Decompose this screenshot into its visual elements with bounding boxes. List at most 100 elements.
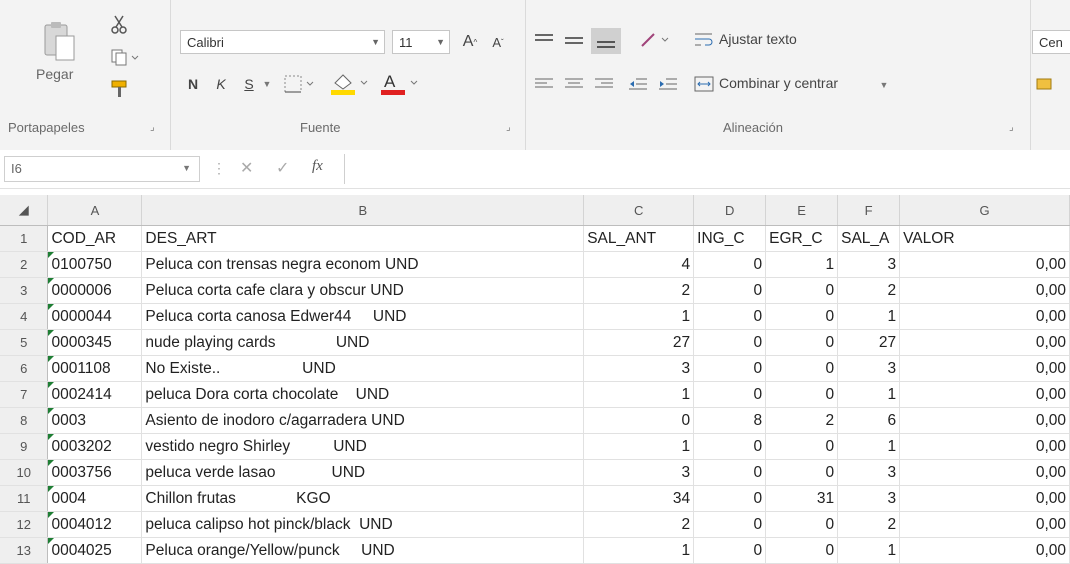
cell-g[interactable]: 0,00 <box>899 329 1070 356</box>
column-header-a[interactable]: A <box>47 195 143 226</box>
align-right-icon[interactable] <box>591 72 617 96</box>
row-header[interactable]: 1 <box>0 225 49 252</box>
cell-c[interactable]: 1 <box>583 433 695 460</box>
cell-d[interactable]: 0 <box>693 355 767 382</box>
cell-a[interactable]: COD_AR <box>47 225 143 252</box>
cell-c[interactable]: 0 <box>583 407 695 434</box>
font-color-icon[interactable]: A <box>378 70 422 96</box>
cell-a[interactable]: 0002414 <box>47 381 143 408</box>
row-header[interactable]: 2 <box>0 251 49 278</box>
cell-e[interactable]: 0 <box>765 329 839 356</box>
cell-c[interactable]: 4 <box>583 251 695 278</box>
column-header-g[interactable]: G <box>899 195 1070 226</box>
cell-e[interactable]: 0 <box>765 355 839 382</box>
cell-d[interactable]: 0 <box>693 537 767 564</box>
cancel-icon[interactable]: ✕ <box>240 158 253 178</box>
cell-b[interactable]: nude playing cards UND <box>141 329 585 356</box>
font-size-combo[interactable]: 11 ▼ <box>392 30 450 54</box>
cell-c[interactable]: 34 <box>583 485 695 512</box>
cell-d[interactable]: 0 <box>693 485 767 512</box>
cell-f[interactable]: 1 <box>837 433 901 460</box>
cell-d[interactable]: 0 <box>693 251 767 278</box>
cell-e[interactable]: 0 <box>765 303 839 330</box>
increase-font-size-icon[interactable]: A ^ <box>458 30 482 54</box>
cell-b[interactable]: Peluca corta cafe clara y obscur UND <box>141 277 585 304</box>
cell-e[interactable]: 0 <box>765 537 839 564</box>
cell-g[interactable]: 0,00 <box>899 485 1070 512</box>
cell-f[interactable]: 2 <box>837 277 901 304</box>
formula-input[interactable] <box>344 154 1070 184</box>
cell-c[interactable]: 3 <box>583 355 695 382</box>
cell-f[interactable]: 2 <box>837 511 901 538</box>
align-left-icon[interactable] <box>531 72 557 96</box>
cell-g[interactable]: 0,00 <box>899 381 1070 408</box>
cell-e[interactable]: 0 <box>765 459 839 486</box>
column-header-e[interactable]: E <box>765 195 839 226</box>
cell-g[interactable]: 0,00 <box>899 303 1070 330</box>
format-painter-icon[interactable] <box>108 78 132 100</box>
cell-d[interactable]: 0 <box>693 433 767 460</box>
cell-f[interactable]: 27 <box>837 329 901 356</box>
cell-b[interactable]: peluca verde lasao UND <box>141 459 585 486</box>
cell-f[interactable]: SAL_A <box>837 225 901 252</box>
row-header[interactable]: 13 <box>0 537 49 564</box>
cell-d[interactable]: 0 <box>693 277 767 304</box>
row-header[interactable]: 12 <box>0 511 49 538</box>
row-header[interactable]: 3 <box>0 277 49 304</box>
column-header-f[interactable]: F <box>837 195 901 226</box>
cell-g[interactable]: 0,00 <box>899 537 1070 564</box>
cell-f[interactable]: 6 <box>837 407 901 434</box>
merge-center-icon[interactable] <box>693 72 715 96</box>
cell-c[interactable]: 3 <box>583 459 695 486</box>
cell-e[interactable]: 0 <box>765 511 839 538</box>
decrease-font-size-icon[interactable]: Aˇ <box>486 30 510 54</box>
cell-b[interactable]: No Existe.. UND <box>141 355 585 382</box>
align-top-icon[interactable] <box>531 28 557 52</box>
cell-d[interactable]: 0 <box>693 329 767 356</box>
column-header-b[interactable]: B <box>141 195 585 226</box>
underline-button[interactable]: S <box>238 72 260 96</box>
align-bottom-icon[interactable] <box>591 28 621 54</box>
cut-icon[interactable] <box>108 14 130 36</box>
cell-g[interactable]: 0,00 <box>899 277 1070 304</box>
row-header[interactable]: 6 <box>0 355 49 382</box>
borders-icon[interactable] <box>282 72 318 96</box>
column-header-c[interactable]: C <box>583 195 695 226</box>
cell-e[interactable]: 0 <box>765 381 839 408</box>
number-format-combo[interactable]: Cen <box>1032 30 1070 54</box>
cell-d[interactable]: 8 <box>693 407 767 434</box>
chevron-down-icon[interactable]: ▼ <box>260 72 274 96</box>
cell-a[interactable]: 0004 <box>47 485 143 512</box>
row-header[interactable]: 8 <box>0 407 49 434</box>
cell-e[interactable]: 31 <box>765 485 839 512</box>
cell-d[interactable]: 0 <box>693 459 767 486</box>
cell-a[interactable]: 0004025 <box>47 537 143 564</box>
cell-c[interactable]: 2 <box>583 277 695 304</box>
increase-indent-icon[interactable] <box>655 72 681 96</box>
cell-d[interactable]: 0 <box>693 303 767 330</box>
merge-center-button[interactable]: Combinar y centrar <box>719 75 838 91</box>
cell-g[interactable]: VALOR <box>899 225 1070 252</box>
cell-g[interactable]: 0,00 <box>899 355 1070 382</box>
font-name-combo[interactable]: Calibri ▼ <box>180 30 385 54</box>
cell-a[interactable]: 0001108 <box>47 355 143 382</box>
cell-b[interactable]: Asiento de inodoro c/agarradera UND <box>141 407 585 434</box>
cell-e[interactable]: 1 <box>765 251 839 278</box>
row-header[interactable]: 9 <box>0 433 49 460</box>
cell-f[interactable]: 3 <box>837 355 901 382</box>
cell-a[interactable]: 0003756 <box>47 459 143 486</box>
copy-icon[interactable] <box>108 46 142 68</box>
cell-c[interactable]: 2 <box>583 511 695 538</box>
column-header-d[interactable]: D <box>693 195 767 226</box>
cell-a[interactable]: 0100750 <box>47 251 143 278</box>
orientation-icon[interactable] <box>637 28 673 52</box>
paste-icon[interactable] <box>40 18 78 64</box>
cell-b[interactable]: peluca Dora corta chocolate UND <box>141 381 585 408</box>
cell-g[interactable]: 0,00 <box>899 407 1070 434</box>
cell-f[interactable]: 1 <box>837 537 901 564</box>
cell-g[interactable]: 0,00 <box>899 433 1070 460</box>
accounting-format-icon[interactable] <box>1034 72 1056 96</box>
row-header[interactable]: 5 <box>0 329 49 356</box>
cell-c[interactable]: 1 <box>583 303 695 330</box>
bold-button[interactable]: N <box>182 72 204 96</box>
